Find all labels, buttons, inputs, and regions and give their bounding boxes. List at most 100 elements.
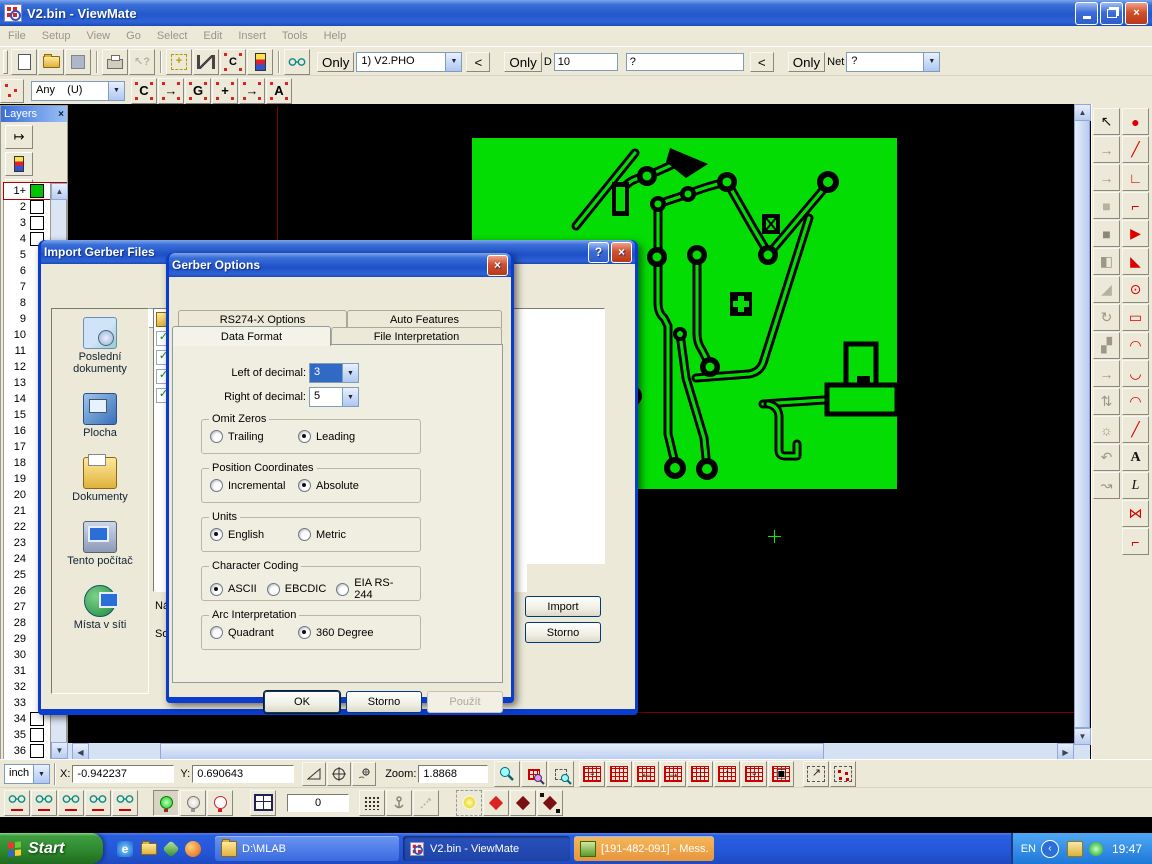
undo-button[interactable]: ↶ xyxy=(1093,444,1120,471)
radio-icon[interactable] xyxy=(210,430,223,443)
angle-measure-button[interactable] xyxy=(302,762,326,786)
radio-icon[interactable] xyxy=(298,528,311,541)
scroll-up-icon[interactable]: ▲ xyxy=(51,183,68,200)
mirror-horizontal-button[interactable]: ◧ xyxy=(1093,248,1120,275)
cancel-button[interactable]: Storno xyxy=(346,691,422,713)
chevron-down-icon[interactable]: ▼ xyxy=(342,388,358,406)
scale-triangles-button[interactable]: ▞ xyxy=(1093,332,1120,359)
pan-down-button[interactable]: ↓ xyxy=(687,761,713,787)
close-button[interactable]: × xyxy=(487,255,508,276)
dimension-button[interactable]: ⋈ xyxy=(1122,500,1149,527)
layer-table-button[interactable] xyxy=(5,152,33,176)
radio-icon[interactable] xyxy=(298,430,311,443)
menu-help[interactable]: Help xyxy=(316,28,355,44)
tray-messenger-icon[interactable] xyxy=(1089,842,1103,856)
radio-icon[interactable] xyxy=(210,528,223,541)
layer-color-swatch[interactable] xyxy=(30,184,44,198)
tray-collapse-icon[interactable]: ‹ xyxy=(1041,840,1059,858)
menu-tools[interactable]: Tools xyxy=(274,28,316,44)
draw-bend-button[interactable]: ⌐ xyxy=(1122,192,1149,219)
film-settings-button[interactable] xyxy=(247,49,273,75)
tab-auto-features[interactable]: Auto Features xyxy=(347,310,502,328)
chevron-down-icon[interactable]: ▼ xyxy=(445,53,461,71)
prev-layer-button[interactable]: < xyxy=(466,52,490,72)
radio-icon[interactable] xyxy=(298,479,311,492)
inspect-selection-button[interactable] xyxy=(112,790,138,816)
radio-quadrant[interactable]: Quadrant xyxy=(210,626,298,639)
layer-color-swatch[interactable] xyxy=(30,744,44,758)
chevron-down-icon[interactable]: ▼ xyxy=(923,53,939,71)
draw-polyline-button[interactable]: ∟ xyxy=(1122,164,1149,191)
dcode-filter-input[interactable] xyxy=(626,53,744,71)
select-text-button[interactable]: A xyxy=(266,78,292,104)
dcode-input[interactable] xyxy=(554,53,618,71)
net-combo[interactable]: ? ▼ xyxy=(846,52,940,72)
inspect-flash-button[interactable] xyxy=(85,790,111,816)
radio-eia-rs-244[interactable]: EIA RS-244 xyxy=(336,577,410,601)
start-button[interactable]: Start xyxy=(0,833,103,864)
taskbar-task-2[interactable]: V2.bin - ViewMate xyxy=(403,836,570,861)
lasso-button[interactable]: ↝ xyxy=(1093,472,1120,499)
place-plocha[interactable]: Plocha xyxy=(52,393,148,439)
tab-file-interpretation[interactable]: File Interpretation xyxy=(331,327,502,345)
move-to-point-button[interactable]: → xyxy=(1093,136,1120,163)
draw-arc-point-button[interactable]: ◠ xyxy=(1122,388,1149,415)
canvas-vertical-scrollbar[interactable]: ▲ ▼ xyxy=(1074,104,1090,759)
radio-ebcdic[interactable]: EBCDIC xyxy=(267,583,327,596)
scroll-down-icon[interactable]: ▼ xyxy=(51,742,68,759)
dcode-tool-button[interactable]: C xyxy=(220,49,246,75)
only-net-button[interactable]: Only xyxy=(788,52,825,72)
draw-circle-button[interactable]: ⊙ xyxy=(1122,276,1149,303)
open-file-button[interactable] xyxy=(38,49,64,75)
prev-dcode-button[interactable]: < xyxy=(750,52,774,72)
close-button[interactable]: × xyxy=(611,242,632,263)
pad-diamond-red-button[interactable] xyxy=(483,790,509,816)
menu-setup[interactable]: Setup xyxy=(34,28,79,44)
draw-rectangle-button[interactable]: ▭ xyxy=(1122,304,1149,331)
context-help-button[interactable]: ↖? xyxy=(129,49,155,75)
radio-english[interactable]: English xyxy=(210,528,298,541)
menu-edit[interactable]: Edit xyxy=(195,28,230,44)
pan-up-button[interactable]: ↑ xyxy=(714,761,740,787)
any-filter-combo[interactable]: Any (U) ▼ xyxy=(31,81,125,101)
layer-outline-bulb-button[interactable] xyxy=(207,790,233,816)
window-new-button[interactable]: ▫ xyxy=(741,761,767,787)
only-layer-button[interactable]: Only xyxy=(317,52,354,72)
chevron-down-icon[interactable]: ▼ xyxy=(342,364,358,382)
apply-button[interactable]: Použít xyxy=(427,691,503,713)
table-view-button[interactable] xyxy=(250,790,276,816)
select-cursor-button[interactable]: ↖ xyxy=(1093,108,1120,135)
select-cross-button[interactable]: + xyxy=(212,78,238,104)
anchor-button[interactable] xyxy=(386,790,412,816)
probe-button[interactable] xyxy=(352,762,376,786)
draw-sketch-button[interactable]: ╱ xyxy=(1122,416,1149,443)
chevron-down-icon[interactable]: ▼ xyxy=(33,765,49,783)
select-goto-arrow-button[interactable]: → xyxy=(158,78,184,104)
radio-icon[interactable] xyxy=(210,626,223,639)
select-gerber-button[interactable]: G xyxy=(185,78,211,104)
radio-360-degree[interactable]: 360 Degree xyxy=(298,626,386,639)
scrollbar-thumb[interactable] xyxy=(1074,120,1090,728)
chevron-down-icon[interactable]: ▼ xyxy=(108,82,124,100)
minimize-button[interactable] xyxy=(1075,2,1098,25)
tray-notes-icon[interactable] xyxy=(1067,841,1083,857)
radio-icon[interactable] xyxy=(210,583,223,596)
scroll-up-icon[interactable]: ▲ xyxy=(1074,104,1091,121)
layer-combo[interactable]: 1) V2.PHO ▼ xyxy=(356,52,462,72)
settings-gear-button[interactable]: ☼ xyxy=(1093,416,1120,443)
pad-diamond-square-button[interactable] xyxy=(537,790,563,816)
layers-close-icon[interactable]: × xyxy=(58,109,64,120)
text-tool-button[interactable]: A xyxy=(1122,444,1149,471)
pan-left-button[interactable]: ← xyxy=(633,761,659,787)
language-indicator[interactable]: EN xyxy=(1021,843,1036,855)
rotate-button[interactable]: ↻ xyxy=(1093,304,1120,331)
draw-triangle-button[interactable]: ◣ xyxy=(1122,248,1149,275)
grid-toggle-button[interactable] xyxy=(359,790,385,816)
radio-metric[interactable]: Metric xyxy=(298,528,386,541)
taskbar-task-3[interactable]: [191-482-091] - Mess... xyxy=(574,836,714,861)
scroll-down-icon[interactable]: ▼ xyxy=(1074,728,1091,745)
hook-button[interactable]: ⌐ xyxy=(1122,528,1149,555)
pad-diamond-dark-button[interactable] xyxy=(510,790,536,816)
place-poslední-dokumenty[interactable]: Poslední dokumenty xyxy=(52,317,148,375)
place-tento-počítač[interactable]: Tento počítač xyxy=(52,521,148,567)
